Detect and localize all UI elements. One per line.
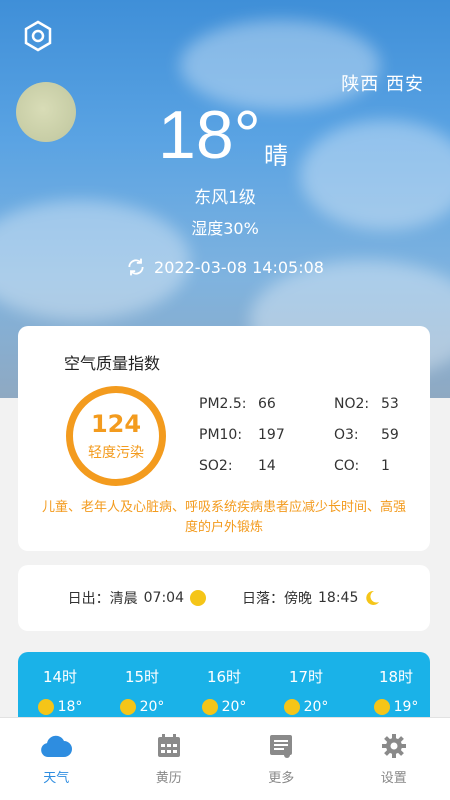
moon-icon bbox=[366, 590, 380, 605]
settings-button[interactable] bbox=[20, 18, 56, 54]
sunset-time: 18:45 bbox=[318, 590, 359, 606]
hourly-time: 18时 bbox=[378, 668, 414, 686]
hourly-time: 16时 bbox=[206, 668, 242, 686]
health-advice: 儿童、老年人及心脏病、呼吸系统疾病患者应减少长时间、高强度的户外锻炼 bbox=[41, 500, 406, 535]
sun-icon bbox=[119, 699, 136, 715]
sunset-label: 日落：傍晚 bbox=[242, 591, 312, 607]
list-icon bbox=[270, 734, 293, 758]
aqi-gauge: 124 轻度污染 bbox=[66, 386, 166, 486]
pm25-value: 66 bbox=[258, 396, 276, 412]
hourly-item: 17时 20° bbox=[276, 666, 336, 715]
sun-decoration bbox=[16, 82, 76, 142]
tab-settings[interactable]: 设置 bbox=[338, 718, 450, 800]
current-temperature: 18° bbox=[158, 97, 261, 173]
hourly-item: 18时 19° bbox=[366, 666, 426, 715]
aqi-value: 124 bbox=[90, 410, 142, 438]
co-value: 1 bbox=[381, 458, 390, 474]
o3-label: O3: bbox=[334, 427, 359, 443]
tab-weather[interactable]: 天气 bbox=[0, 718, 113, 800]
hourly-time: 15时 bbox=[124, 668, 160, 686]
no2-value: 53 bbox=[381, 396, 399, 412]
update-time-row[interactable]: 2022-03-08 14:05:08 bbox=[0, 257, 450, 277]
sun-icon bbox=[37, 699, 54, 715]
tab-almanac[interactable]: 黄历 bbox=[113, 718, 226, 800]
so2-label: SO2: bbox=[199, 458, 233, 474]
humidity-info: 湿度30% bbox=[191, 219, 259, 238]
pm10-label: PM10: bbox=[199, 427, 243, 443]
weather-condition: 晴 bbox=[264, 142, 288, 170]
calendar-icon bbox=[157, 733, 180, 757]
aqi-level: 轻度污染 bbox=[88, 445, 144, 461]
so2-value: 14 bbox=[258, 458, 276, 474]
tab-label: 设置 bbox=[380, 770, 407, 786]
cloud-decoration bbox=[300, 120, 450, 230]
update-timestamp: 2022-03-08 14:05:08 bbox=[154, 257, 324, 277]
aqi-title: 空气质量指数 bbox=[64, 354, 161, 373]
sunset-item: 日落：傍晚 18:45 bbox=[242, 588, 380, 608]
tab-label: 更多 bbox=[268, 770, 295, 786]
hourly-temp: 18° bbox=[57, 699, 83, 715]
tab-more[interactable]: 更多 bbox=[225, 718, 338, 800]
hourly-item: 16时 20° bbox=[194, 666, 254, 715]
wind-info: 东风1级 bbox=[194, 188, 256, 208]
location-label[interactable]: 陕西 西安 bbox=[341, 70, 424, 96]
sun-icon bbox=[190, 590, 206, 606]
sun-icon bbox=[373, 699, 390, 715]
hourly-temp: 19° bbox=[393, 699, 419, 715]
tab-label: 天气 bbox=[43, 770, 70, 786]
refresh-icon[interactable] bbox=[126, 257, 146, 277]
co-label: CO: bbox=[334, 458, 360, 474]
sunrise-item: 日出：清晨 07:04 bbox=[68, 588, 206, 608]
hourly-temp: 20° bbox=[221, 699, 247, 715]
sunrise-sunset-card: 日出：清晨 07:04 日落：傍晚 18:45 bbox=[18, 565, 430, 631]
sun-icon bbox=[201, 699, 218, 715]
gear-icon bbox=[381, 733, 406, 758]
hourly-temp: 20° bbox=[303, 699, 329, 715]
hexagon-settings-icon bbox=[24, 20, 52, 52]
hourly-temp: 20° bbox=[139, 699, 165, 715]
no2-label: NO2: bbox=[334, 396, 370, 412]
hourly-item: 14时 18° bbox=[30, 666, 90, 715]
hourly-item: 15时 20° bbox=[112, 666, 172, 715]
cloud-icon bbox=[41, 735, 73, 757]
hourly-time: 17时 bbox=[288, 668, 324, 686]
pm25-label: PM2.5: bbox=[199, 396, 247, 412]
pm10-value: 197 bbox=[258, 427, 285, 443]
bottom-tab-bar: 天气 黄历 更多 设置 bbox=[0, 717, 450, 800]
air-quality-card: 空气质量指数 124 轻度污染 PM2.5: 66 NO2: 53 PM10: … bbox=[18, 326, 430, 551]
o3-value: 59 bbox=[381, 427, 399, 443]
tab-label: 黄历 bbox=[155, 770, 182, 786]
sun-icon bbox=[283, 699, 300, 715]
hourly-time: 14时 bbox=[42, 668, 78, 686]
sunrise-label: 日出：清晨 bbox=[67, 591, 138, 607]
sunrise-time: 07:04 bbox=[143, 590, 184, 606]
